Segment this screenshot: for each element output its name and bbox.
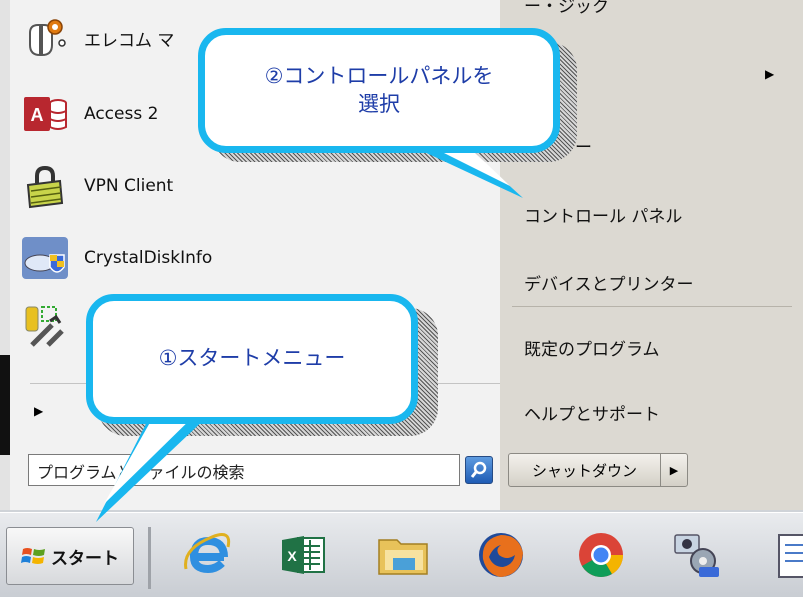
program-item-access[interactable]: A Access 2 [20, 84, 158, 144]
program-label: エレコム マ [84, 30, 175, 51]
program-label: VPN Client [84, 176, 174, 196]
start-button[interactable]: スタート [6, 527, 134, 585]
right-item-devices-printers[interactable]: デバイスとプリンター [524, 270, 694, 295]
vpn-lock-icon [20, 161, 70, 211]
start-menu: エレコム マ A Access 2 VPN Client CrystalDisk… [0, 0, 803, 510]
right-item-default-programs[interactable]: 既定のプログラム [524, 335, 660, 360]
shutdown-options-arrow-icon[interactable]: ▶ [661, 454, 687, 486]
right-separator [512, 306, 792, 307]
taskbar: スタート X [0, 512, 803, 597]
all-programs-arrow[interactable]: ▶ [34, 404, 43, 418]
search-input[interactable]: プログラムとファイルの検索 [28, 454, 460, 486]
search-icon [470, 461, 487, 478]
elecom-mouse-icon [20, 13, 70, 63]
windows-logo-icon [21, 548, 45, 564]
access-icon: A [20, 89, 70, 139]
right-item-help-support[interactable]: ヘルプとサポート [524, 400, 660, 425]
program-item-crystaldiskinfo[interactable]: CrystalDiskInfo [20, 228, 212, 288]
shutdown-button-group: シャットダウン ▶ [508, 453, 688, 487]
program-item-elecom[interactable]: エレコム マ [20, 8, 174, 68]
submenu-arrow-icon: ▶ [765, 67, 775, 81]
left-separator [30, 383, 500, 384]
excel-icon[interactable]: X [270, 523, 336, 587]
program-item-tools[interactable] [20, 296, 84, 356]
ie-icon[interactable] [175, 523, 241, 587]
tools-icon [20, 301, 70, 351]
file-explorer-icon[interactable] [370, 523, 436, 587]
svg-text:X: X [287, 548, 297, 564]
program-label: CrystalDiskInfo [84, 248, 213, 268]
start-label: スタート [51, 548, 119, 569]
device-settings-icon[interactable] [663, 523, 729, 587]
program-item-vpn[interactable]: VPN Client [20, 156, 173, 216]
right-item-control-panel[interactable]: コントロール パネル [524, 202, 682, 227]
firefox-icon[interactable] [468, 523, 534, 587]
search-button[interactable] [465, 456, 493, 484]
chrome-icon[interactable] [568, 523, 634, 587]
svg-text:A: A [31, 105, 44, 125]
right-item-favorites[interactable]: 入り [524, 64, 558, 89]
right-item-music[interactable]: ー・ジック [524, 0, 609, 17]
right-item-computer[interactable]: ューター [524, 133, 592, 158]
taskbar-divider [148, 527, 151, 589]
program-label: Access 2 [84, 104, 159, 124]
start-menu-programs-pane: エレコム マ A Access 2 VPN Client CrystalDisk… [0, 0, 501, 510]
left-edge-dark [0, 355, 10, 455]
notepad-icon[interactable] [760, 523, 803, 587]
crystaldiskinfo-icon [20, 233, 70, 283]
shutdown-button[interactable]: シャットダウン [509, 454, 661, 486]
